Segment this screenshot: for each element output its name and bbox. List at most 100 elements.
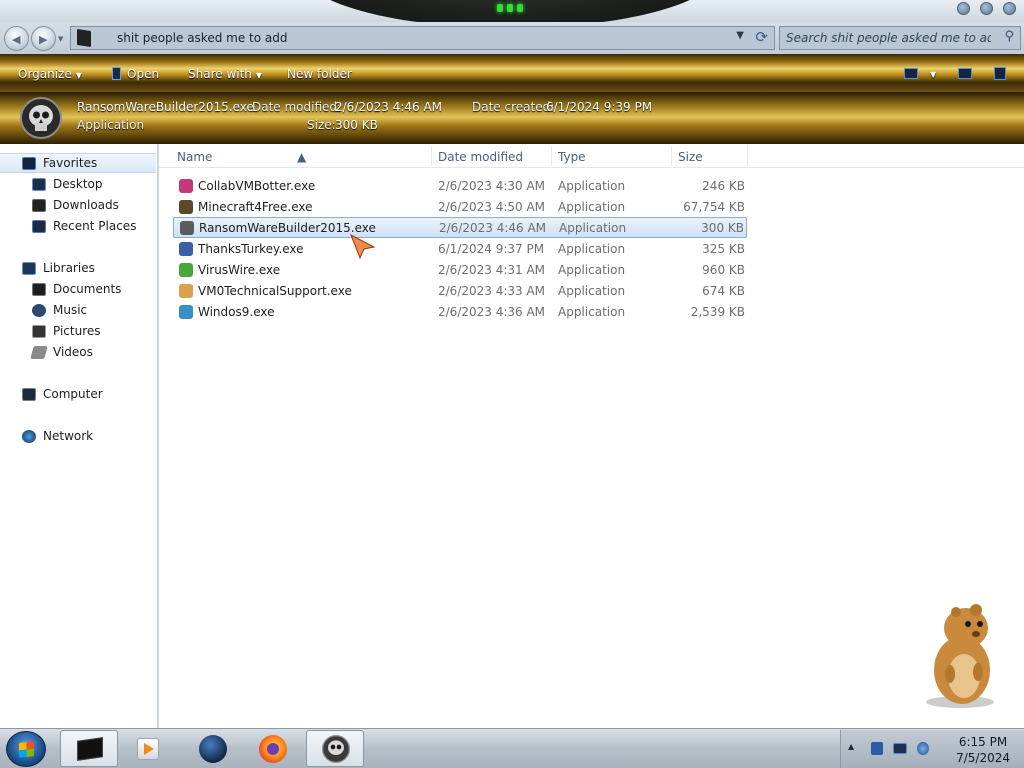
column-divider[interactable] xyxy=(747,146,748,166)
firefox-icon xyxy=(259,735,287,763)
nav-item-label: Computer xyxy=(43,387,103,401)
forward-button[interactable]: ▶ xyxy=(31,26,56,51)
nav-item-label: Desktop xyxy=(53,177,103,191)
search-box[interactable]: ⚲ xyxy=(779,26,1021,50)
file-date: 2/6/2023 4:46 AM xyxy=(439,221,547,235)
file-row[interactable]: VM0TechnicalSupport.exe 2/6/2023 4:33 AM… xyxy=(173,281,747,301)
view-options-chevron-icon[interactable]: ▼ xyxy=(926,66,936,80)
search-icon[interactable]: ⚲ xyxy=(1004,29,1014,44)
share-with-button[interactable]: Share with ▼ xyxy=(188,67,262,81)
nav-item-label: Music xyxy=(53,303,88,317)
show-hidden-icons-chevron-icon[interactable]: ▲ xyxy=(848,742,854,751)
preview-pane-icon[interactable] xyxy=(958,68,972,79)
pictures-icon xyxy=(32,324,46,338)
open-button[interactable]: Open xyxy=(112,67,159,81)
organize-label: Organize xyxy=(18,67,72,81)
address-bar[interactable]: shit people asked me to add ▼ ⟳ xyxy=(70,26,775,50)
libraries-icon xyxy=(22,261,36,275)
folder-icon xyxy=(77,29,91,47)
recent-pages-chevron-icon[interactable]: ▼ xyxy=(58,35,63,43)
column-header-type[interactable]: Type xyxy=(558,150,586,164)
column-header-date-modified[interactable]: Date modified xyxy=(438,150,523,164)
music-icon xyxy=(32,303,46,317)
clock-time: 6:15 PM xyxy=(958,735,1008,749)
file-size: 246 KB xyxy=(702,179,745,193)
taskbar-item-firefox[interactable] xyxy=(244,730,302,767)
nav-item-label: Downloads xyxy=(53,198,119,212)
details-size-label: Size: xyxy=(307,118,336,132)
column-divider[interactable] xyxy=(551,146,552,166)
file-type: Application xyxy=(558,305,626,319)
nav-item-favorites[interactable]: Favorites xyxy=(0,153,156,173)
nav-item-recent-places[interactable]: Recent Places xyxy=(0,216,156,236)
column-divider[interactable] xyxy=(671,146,672,166)
taskbar-item-globe[interactable] xyxy=(184,730,242,767)
file-name: CollabVMBotter.exe xyxy=(198,179,316,193)
window-titlebar xyxy=(0,0,1024,28)
help-icon[interactable] xyxy=(994,67,1006,80)
file-row[interactable]: VirusWire.exe 2/6/2023 4:31 AM Applicati… xyxy=(173,260,747,280)
clock[interactable]: 6:15 PM 7/5/2024 xyxy=(956,734,1010,766)
file-name: ThanksTurkey.exe xyxy=(198,242,304,256)
new-folder-button[interactable]: New folder xyxy=(287,67,352,81)
file-row[interactable]: Minecraft4Free.exe 2/6/2023 4:50 AM Appl… xyxy=(173,197,747,217)
taskbar-item-explorer[interactable] xyxy=(60,730,118,767)
chevron-down-icon: ▼ xyxy=(255,71,263,80)
nav-item-videos[interactable]: Videos xyxy=(0,342,156,362)
file-date: 2/6/2023 4:36 AM xyxy=(438,305,546,319)
file-type: Application xyxy=(558,284,626,298)
close-button[interactable] xyxy=(1003,2,1016,15)
mouse-cursor-icon xyxy=(350,234,376,260)
refresh-icon[interactable]: ⟳ xyxy=(755,28,768,46)
minimize-button[interactable] xyxy=(957,2,970,15)
column-header-name[interactable]: Name xyxy=(177,150,212,164)
file-row[interactable]: ThanksTurkey.exe 6/1/2024 9:37 PM Applic… xyxy=(173,239,747,259)
change-view-icon[interactable] xyxy=(904,68,918,79)
turkey-icon xyxy=(179,242,193,256)
file-size: 300 KB xyxy=(701,221,744,235)
forward-arrow-icon: ▶ xyxy=(39,33,48,46)
desktop-icon xyxy=(32,177,46,191)
file-type: Application xyxy=(558,179,626,193)
folder-icon xyxy=(77,737,103,761)
status-led-icon xyxy=(517,4,523,12)
nav-item-label: Favorites xyxy=(43,156,98,170)
file-row[interactable]: CollabVMBotter.exe 2/6/2023 4:30 AM Appl… xyxy=(173,176,747,196)
nav-item-desktop[interactable]: Desktop xyxy=(0,174,156,194)
network-tray-icon[interactable] xyxy=(893,743,907,754)
file-type: Application xyxy=(558,200,626,214)
address-dropdown-icon[interactable]: ▼ xyxy=(736,30,744,41)
nav-item-libraries[interactable]: Libraries xyxy=(0,258,156,278)
windows-icon xyxy=(179,305,193,319)
nav-item-music[interactable]: Music xyxy=(0,300,156,320)
search-input[interactable] xyxy=(786,30,991,46)
taskbar-item-media-player[interactable] xyxy=(120,730,178,767)
open-label: Open xyxy=(127,67,160,81)
status-led-icon xyxy=(497,4,503,12)
file-row-selected[interactable]: RansomWareBuilder2015.exe 2/6/2023 4:46 … xyxy=(173,217,747,238)
file-row[interactable]: Windos9.exe 2/6/2023 4:36 AM Application… xyxy=(173,302,747,322)
nav-item-network[interactable]: Network xyxy=(0,426,156,446)
volume-icon[interactable] xyxy=(917,742,929,755)
organize-button[interactable]: Organize ▼ xyxy=(18,67,82,81)
file-date: 6/1/2024 9:37 PM xyxy=(438,242,545,256)
taskbar-item-ransomware-builder[interactable] xyxy=(306,730,364,767)
start-button[interactable] xyxy=(6,731,46,767)
hamster-mascot-icon xyxy=(926,604,994,708)
file-name: VirusWire.exe xyxy=(198,263,281,277)
nav-item-pictures[interactable]: Pictures xyxy=(0,321,156,341)
file-size: 325 KB xyxy=(702,242,745,256)
nav-item-downloads[interactable]: Downloads xyxy=(0,195,156,215)
nav-item-label: Videos xyxy=(53,345,93,359)
column-divider[interactable] xyxy=(431,146,432,166)
column-header-row: ▲ Name Date modified Type Size xyxy=(159,144,1024,168)
nav-item-documents[interactable]: Documents xyxy=(0,279,156,299)
column-header-size[interactable]: Size xyxy=(678,150,703,164)
maximize-button[interactable] xyxy=(980,2,993,15)
nav-item-computer[interactable]: Computer xyxy=(0,384,156,404)
sort-ascending-icon: ▲ xyxy=(297,150,307,164)
file-date: 2/6/2023 4:33 AM xyxy=(438,284,546,298)
file-type: Application xyxy=(559,221,627,235)
back-button[interactable]: ◀ xyxy=(4,26,29,51)
action-center-icon[interactable] xyxy=(871,742,883,755)
